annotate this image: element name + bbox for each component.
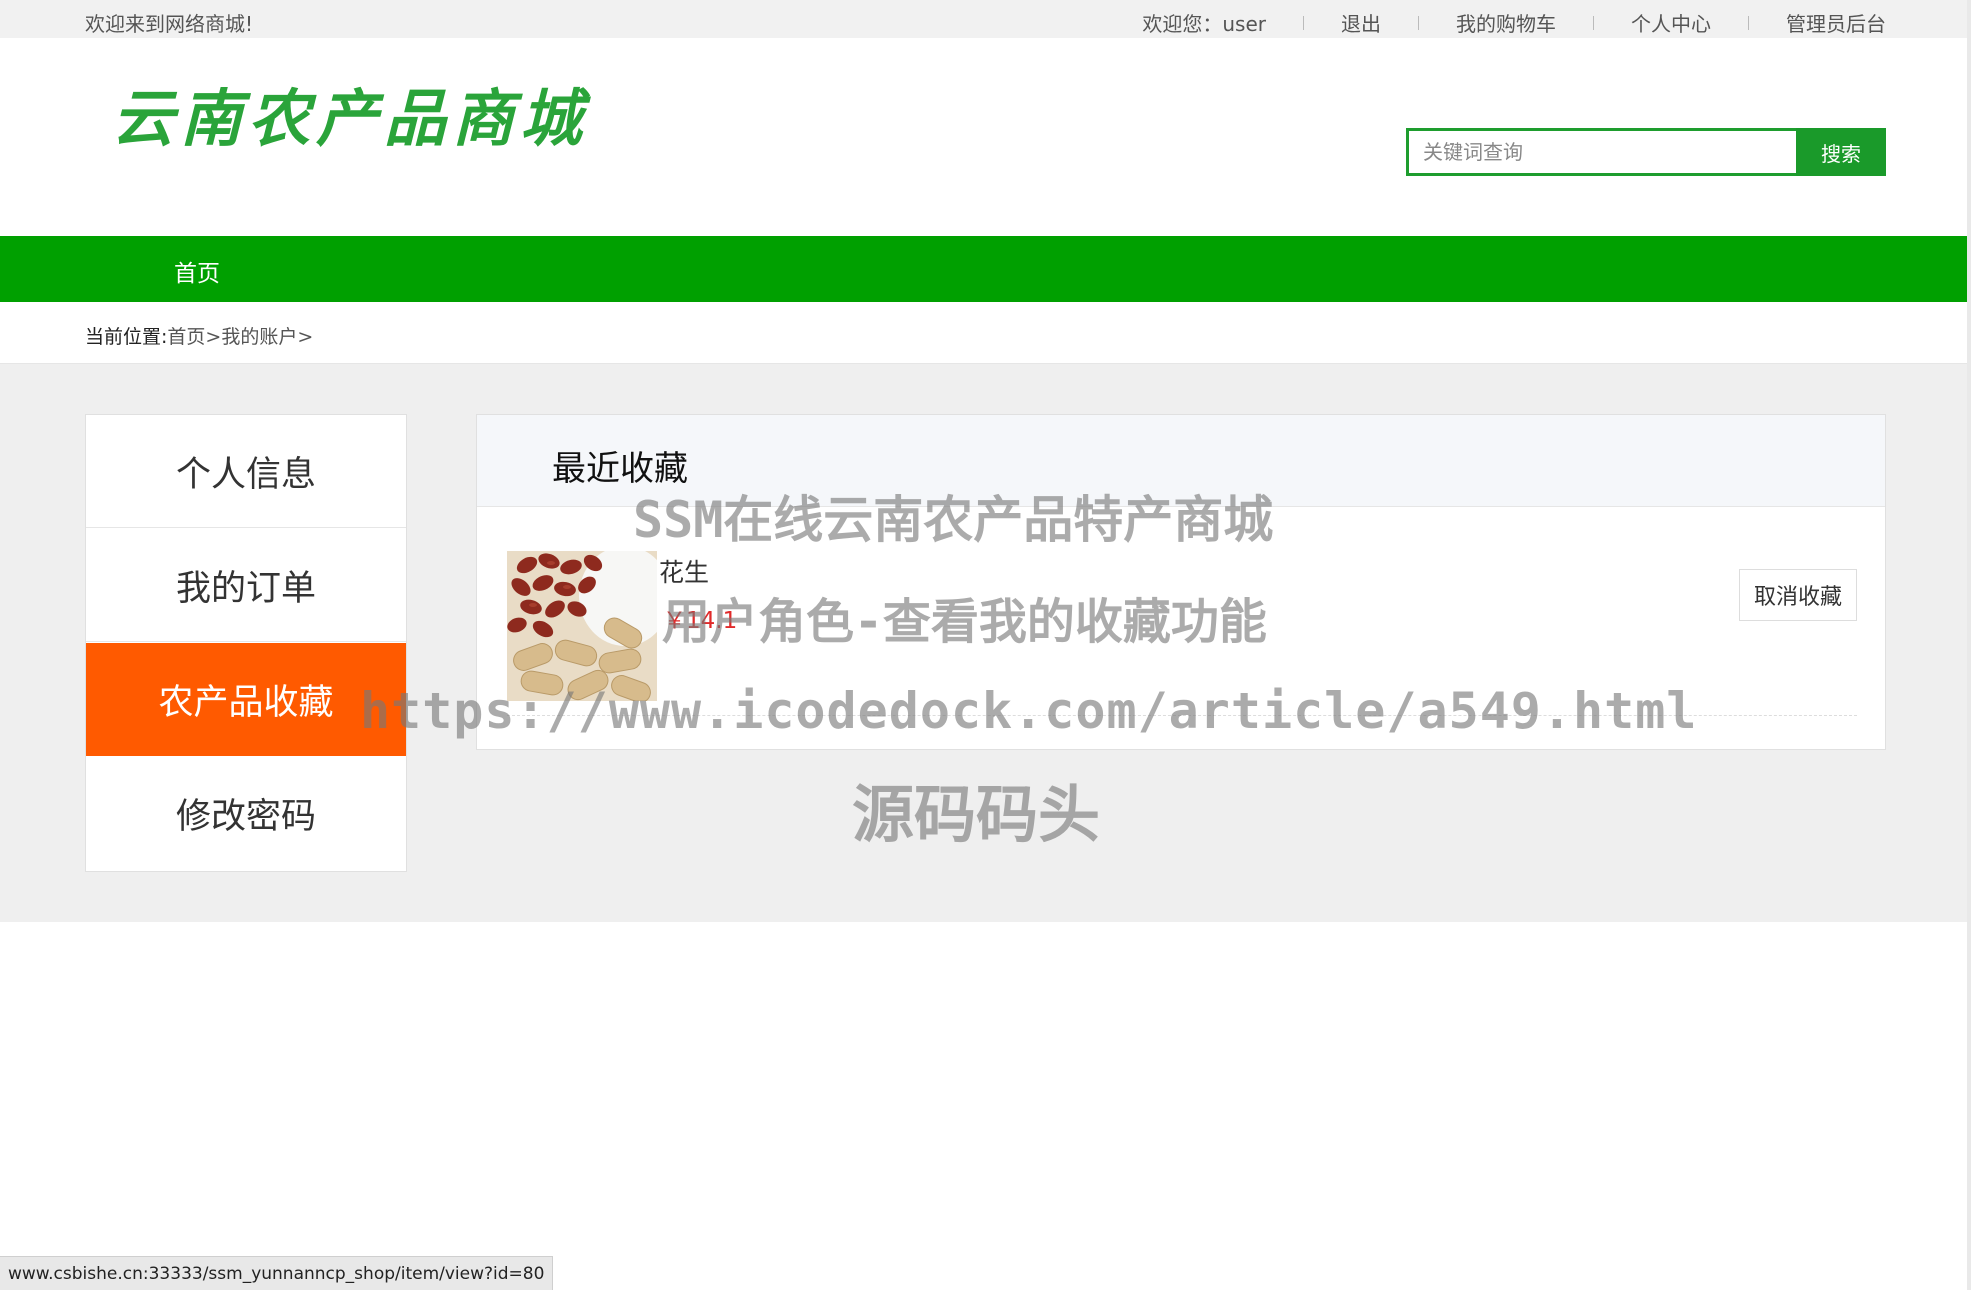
site-logo[interactable]: 云南农产品商城 <box>112 68 588 158</box>
peanut-image-icon <box>507 551 657 701</box>
top-links: 欢迎您：user 退出 我的购物车 个人中心 管理员后台 <box>1142 8 1886 37</box>
breadcrumb: 当前位置:首页>我的账户> <box>85 322 313 349</box>
product-name[interactable]: 花生 <box>659 553 709 589</box>
divider <box>1303 15 1304 30</box>
logout-link[interactable]: 退出 <box>1341 8 1381 37</box>
divider <box>1748 15 1749 30</box>
profile-link[interactable]: 个人中心 <box>1631 8 1711 37</box>
sidebar-item-password[interactable]: 修改密码 <box>86 757 406 870</box>
sidebar-item-label: 农产品收藏 <box>158 683 334 723</box>
content-area: 个人信息 我的订单 农产品收藏 修改密码 最近收藏 花生 ￥14.1 取消收藏 <box>0 364 1971 922</box>
browser-status-bar: www.csbishe.cn:33333/ssm_yunnanncp_shop/… <box>0 1256 554 1290</box>
product-price: ￥14.1 <box>663 608 738 634</box>
sidebar-item-orders[interactable]: 我的订单 <box>86 529 406 642</box>
account-sidebar: 个人信息 我的订单 农产品收藏 修改密码 <box>85 414 407 872</box>
list-item: 花生 ￥14.1 取消收藏 <box>507 551 1857 716</box>
search-input[interactable] <box>1406 128 1796 176</box>
nav-home[interactable]: 首页 <box>174 254 220 288</box>
main-nav: 首页 <box>0 236 1971 302</box>
sidebar-item-label: 我的订单 <box>175 568 316 609</box>
cart-link[interactable]: 我的购物车 <box>1456 8 1556 37</box>
panel-title: 最近收藏 <box>552 449 688 489</box>
welcome-text: 欢迎来到网络商城! <box>85 12 254 36</box>
header: 云南农产品商城 搜索 <box>0 38 1971 236</box>
breadcrumb-account[interactable]: 我的账户 <box>221 326 297 348</box>
breadcrumb-sep: > <box>205 326 222 348</box>
scrollbar[interactable] <box>1967 0 1971 1290</box>
sidebar-item-profile[interactable]: 个人信息 <box>86 415 406 528</box>
sidebar-item-label: 修改密码 <box>175 797 316 837</box>
favorites-panel: 最近收藏 花生 ￥14.1 取消收藏 <box>476 414 1886 750</box>
product-image[interactable] <box>507 551 657 701</box>
search-button[interactable]: 搜索 <box>1796 128 1886 176</box>
admin-link[interactable]: 管理员后台 <box>1786 8 1886 37</box>
greeting-text: 欢迎您：user <box>1142 12 1266 36</box>
sidebar-item-label: 个人信息 <box>175 454 316 495</box>
top-bar: 欢迎来到网络商城! 欢迎您：user 退出 我的购物车 个人中心 管理员后台 <box>0 0 1971 38</box>
sidebar-item-favorites[interactable]: 农产品收藏 <box>86 643 406 756</box>
divider <box>1418 15 1419 30</box>
divider <box>1593 15 1594 30</box>
search-box: 搜索 <box>1406 128 1886 176</box>
breadcrumb-home[interactable]: 首页 <box>167 326 205 348</box>
breadcrumb-sep: > <box>297 326 314 348</box>
breadcrumb-label: 当前位置: <box>85 326 168 348</box>
page: 欢迎来到网络商城! 欢迎您：user 退出 我的购物车 个人中心 管理员后台 云… <box>0 0 1971 1290</box>
remove-favorite-button[interactable]: 取消收藏 <box>1739 569 1857 621</box>
panel-header: 最近收藏 <box>477 415 1885 507</box>
